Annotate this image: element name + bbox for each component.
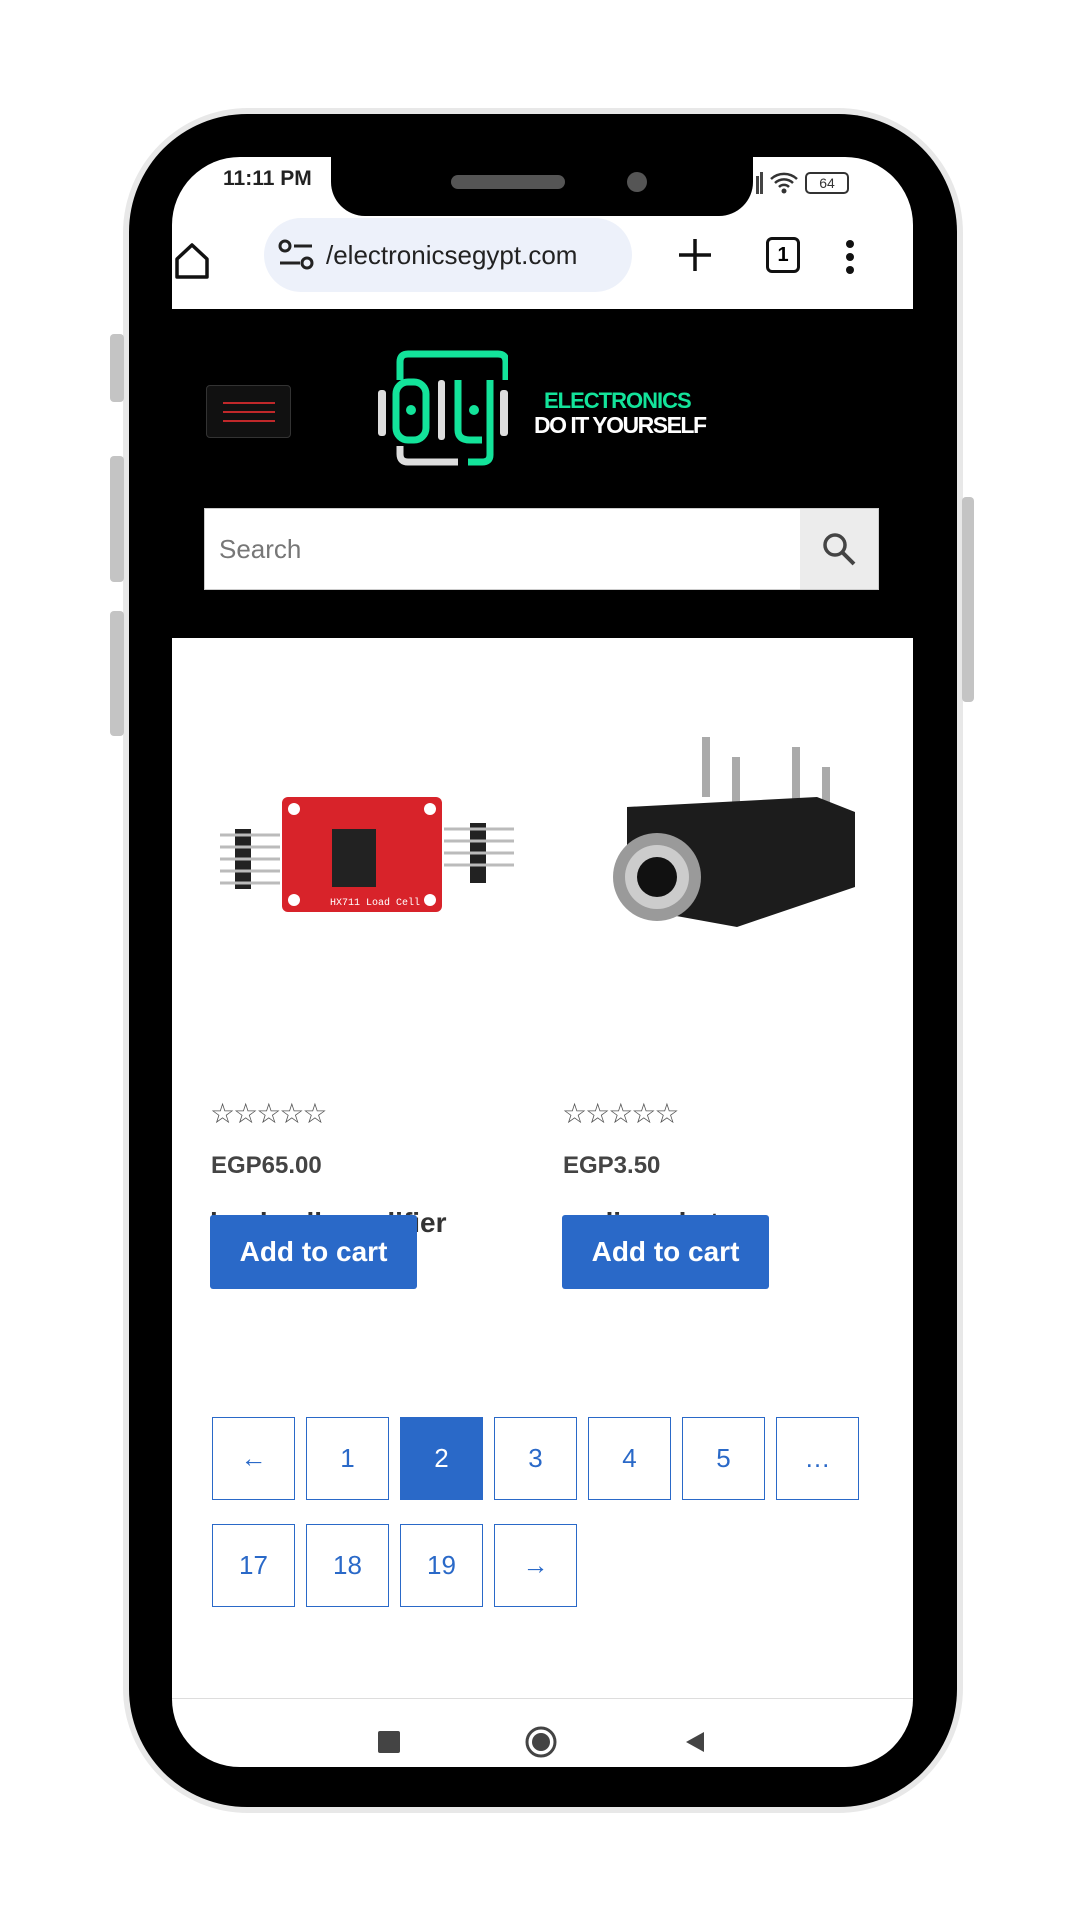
menu-button[interactable] (206, 385, 291, 438)
notch (331, 157, 753, 216)
pagination-page[interactable]: 18 (306, 1524, 389, 1607)
pagination-ellipsis: … (776, 1417, 859, 1500)
search-form (204, 508, 879, 590)
volume-down-button (110, 611, 124, 736)
star-rating: ☆☆☆☆☆ (210, 1098, 328, 1129)
nav-divider (172, 1698, 913, 1699)
home-nav-icon[interactable] (524, 1725, 558, 1759)
url-text: /electronicsegypt.com (326, 239, 578, 270)
pagination-prev[interactable]: ← (212, 1417, 295, 1500)
volume-up-button (110, 456, 124, 582)
search-icon (823, 533, 856, 566)
power-button (962, 497, 974, 702)
product-price: EGP3.50 (563, 1152, 661, 1179)
pagination-page[interactable]: 17 (212, 1524, 295, 1607)
search-input[interactable] (205, 509, 795, 589)
speaker (451, 175, 565, 189)
wifi-icon (770, 172, 798, 194)
phone-side-button (110, 334, 124, 402)
pagination-row: 17 18 19 → (212, 1524, 577, 1607)
url-bar[interactable]: /electronicsegypt.com (264, 218, 632, 292)
star-rating: ☆☆☆☆☆ (562, 1098, 680, 1129)
recents-icon[interactable] (378, 1731, 400, 1753)
pagination-row: ← 1 2 3 4 5 … (212, 1417, 859, 1500)
tab-switcher-button[interactable]: 1 (766, 237, 800, 273)
home-icon[interactable] (172, 237, 212, 287)
site-settings-icon[interactable] (276, 237, 316, 273)
logo-line1: ELECTRONICS (544, 388, 692, 413)
status-time: 11:11 PM (223, 167, 312, 190)
logo-line2: DO IT YOURSELF (534, 412, 707, 438)
camera (627, 172, 647, 192)
battery-icon: 64 (805, 172, 849, 194)
pagination-page[interactable]: 4 (588, 1417, 671, 1500)
site-logo[interactable]: ELECTRONICS DO IT YOURSELF (378, 350, 718, 466)
new-tab-icon[interactable] (675, 235, 715, 275)
add-to-cart-button[interactable]: Add to cart (562, 1215, 769, 1289)
product-image[interactable]: HX711 Load Cell (220, 737, 514, 971)
add-to-cart-button[interactable]: Add to cart (210, 1215, 417, 1289)
pagination-page[interactable]: 1 (306, 1417, 389, 1500)
pagination-next[interactable]: → (494, 1524, 577, 1607)
back-icon[interactable] (682, 1730, 706, 1754)
image-label: HX711 Load Cell (330, 897, 420, 909)
phone-screen: 11:11 PM 64 /electronicsegypt.com 1 ELEC… (172, 157, 913, 1767)
search-button[interactable] (800, 509, 878, 589)
signal-icon (756, 172, 763, 194)
site-header: ELECTRONICS DO IT YOURSELF (172, 309, 913, 638)
pagination-page[interactable]: 5 (682, 1417, 765, 1500)
logo-mark-icon (378, 350, 508, 466)
pagination-current-page: 2 (400, 1417, 483, 1500)
product-price: EGP65.00 (211, 1152, 322, 1179)
status-icons: 64 (755, 171, 849, 195)
pagination-page[interactable]: 19 (400, 1524, 483, 1607)
pagination-page[interactable]: 3 (494, 1417, 577, 1500)
product-image[interactable] (587, 727, 862, 972)
more-menu-icon[interactable] (840, 237, 860, 277)
